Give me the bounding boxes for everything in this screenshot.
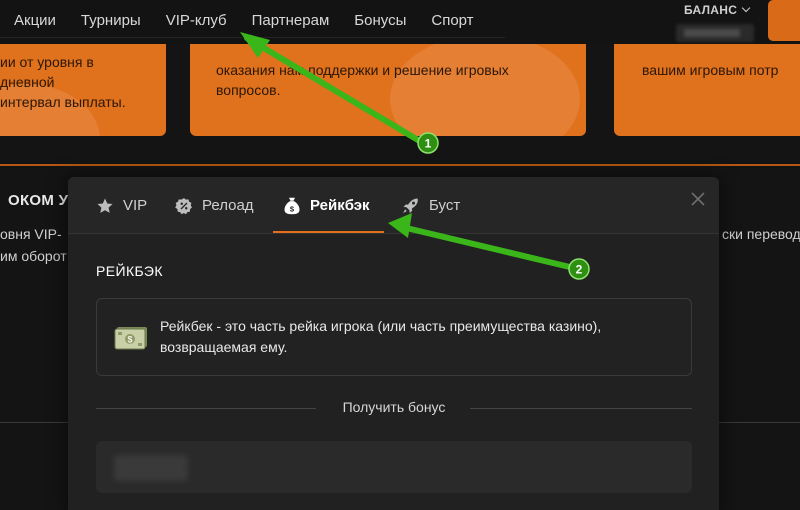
vip-card-right: вашим игровым потр: [614, 44, 800, 136]
nav-divider: [0, 37, 505, 38]
tab-boost[interactable]: Буст: [401, 177, 460, 234]
nav-item-partners[interactable]: Партнерам: [252, 12, 330, 29]
card-text: ии от уровня в дневной интервал выплаты.: [0, 52, 126, 112]
annotation-marker-1: 1: [417, 132, 439, 154]
card-line: ии от уровня в: [0, 54, 94, 70]
modal-tabs: VIP Релоад $ Рейкбэк Буст: [68, 177, 719, 234]
nav-item-vip-club[interactable]: VIP-клуб: [166, 12, 227, 29]
bg-line: им оборот: [0, 248, 67, 264]
active-tab-indicator: [273, 231, 384, 233]
card-text: вашим игровым потр: [642, 60, 778, 80]
nav-item-tournaments[interactable]: Турниры: [81, 12, 141, 29]
get-bonus-label: Получить бонус: [342, 399, 446, 415]
balance-dropdown[interactable]: БАЛАНС: [684, 3, 751, 17]
money-bag-icon: $: [282, 196, 302, 216]
background-text-right: ски перевод: [722, 226, 800, 242]
chevron-down-icon: [741, 3, 751, 13]
section-divider: [0, 164, 800, 166]
deposit-button[interactable]: [768, 0, 800, 41]
tab-rakeback[interactable]: $ Рейкбэк: [282, 177, 370, 234]
nav-item-promotions[interactable]: Акции: [14, 12, 56, 29]
balance-label: БАЛАНС: [684, 3, 738, 17]
marker-label: 1: [425, 137, 432, 151]
close-icon[interactable]: [690, 191, 706, 207]
tab-vip[interactable]: VIP: [95, 177, 147, 234]
bg-line: овня VIP-: [0, 226, 62, 242]
percent-badge-icon: [174, 196, 194, 216]
card-line: интервал выплаты.: [0, 94, 126, 110]
background-text-left: овня VIP- им оборот: [0, 223, 67, 267]
nav-item-sport[interactable]: Спорт: [431, 12, 473, 29]
balance-value-blurred: [676, 24, 754, 42]
bonus-row[interactable]: [96, 441, 692, 493]
vip-card-middle: оказания нам поддержки и решение игровых…: [190, 44, 586, 136]
svg-text:$: $: [127, 335, 132, 345]
vip-card-left: ии от уровня в дневной интервал выплаты.: [0, 44, 166, 136]
money-stack-icon: $: [114, 324, 148, 350]
section-title: РЕЙКБЭК: [96, 263, 163, 279]
page: Акции Турниры VIP-клуб Партнерам Бонусы …: [0, 0, 800, 510]
nav-item-bonuses[interactable]: Бонусы: [354, 12, 406, 29]
divider-line-right: [470, 408, 692, 409]
top-nav: Акции Турниры VIP-клуб Партнерам Бонусы …: [0, 0, 800, 44]
bonus-modal: VIP Релоад $ Рейкбэк Буст РЕЙКБЭК $ Рейк…: [68, 177, 719, 510]
get-bonus-divider: Получить бонус: [96, 397, 692, 419]
info-text: Рейкбек - это часть рейка игрока (или ча…: [160, 318, 602, 355]
card-line: вопросов.: [216, 82, 281, 98]
rocket-icon: [401, 196, 421, 216]
star-icon: [95, 196, 115, 216]
card-line: оказания нам поддержки и решение игровых: [216, 62, 509, 78]
tab-label: Рейкбэк: [310, 197, 370, 214]
info-box: $ Рейкбек - это часть рейка игрока (или …: [96, 298, 692, 376]
card-line: вашим игровым потр: [642, 62, 779, 78]
tab-label: Буст: [429, 197, 461, 214]
card-text: оказания нам поддержки и решение игровых…: [216, 60, 509, 100]
card-line: дневной: [0, 74, 55, 90]
tab-label: VIP: [123, 197, 148, 214]
tab-label: Релоад: [202, 197, 254, 214]
bonus-value-blurred: [114, 455, 188, 481]
tab-reload[interactable]: Релоад: [174, 177, 254, 234]
nav-menu: Акции Турниры VIP-клуб Партнерам Бонусы …: [14, 12, 499, 29]
